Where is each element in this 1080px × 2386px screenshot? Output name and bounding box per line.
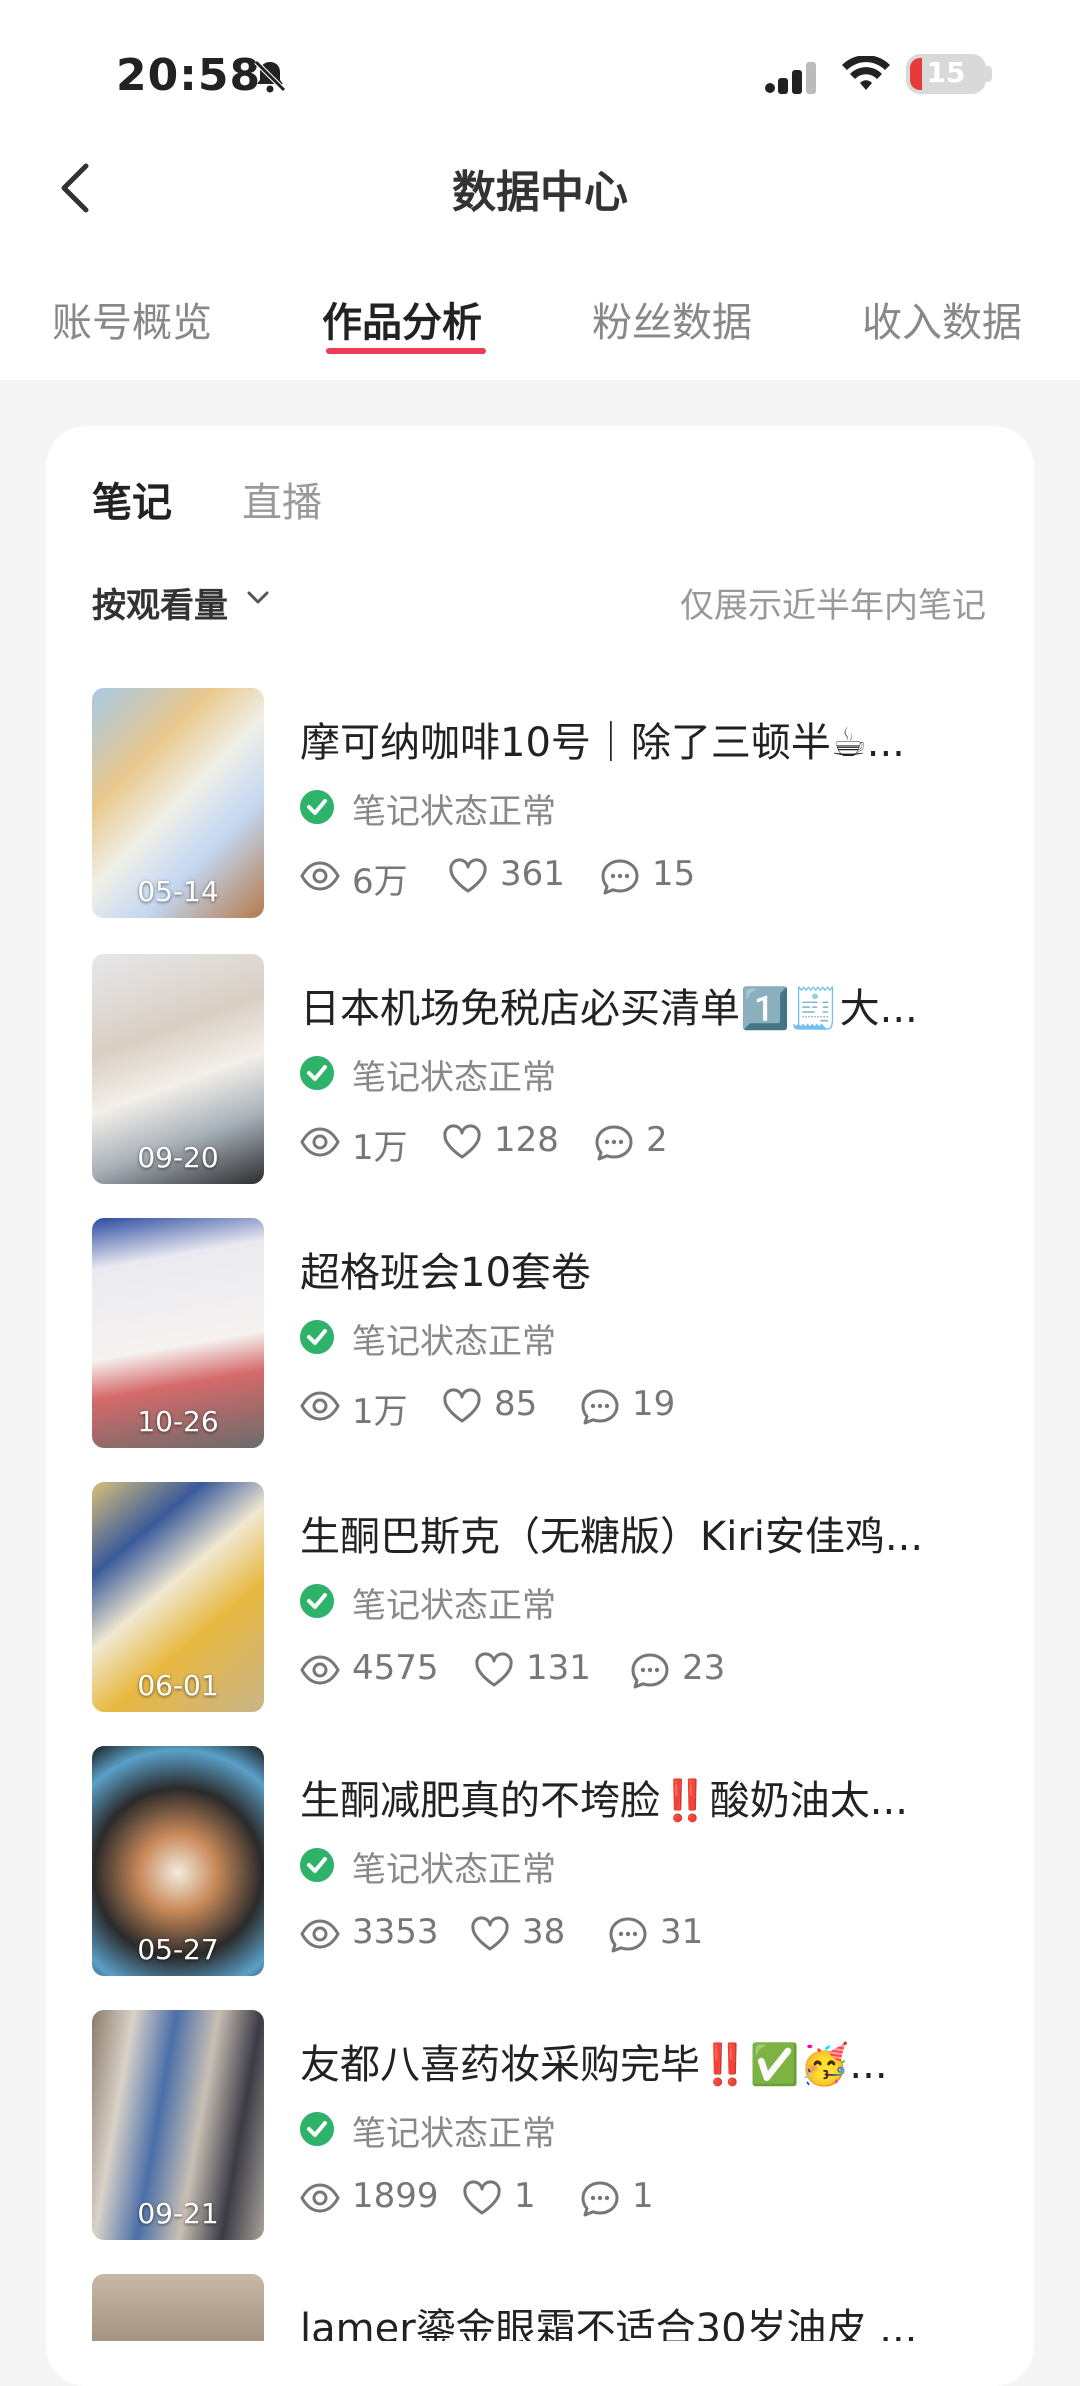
note-item[interactable]: 05-14 摩可纳咖啡10号｜除了三顿半☕... 笔记状态正常 6万 361 1… [92,688,992,918]
battery-indicator: 15 [906,54,986,94]
heart-icon [443,1124,481,1159]
subtab-live[interactable]: 直播 [242,470,322,528]
note-status-text: 笔记状态正常 [352,1058,556,1098]
likes-count: 1 [514,2176,536,2216]
comments-count: 23 [682,1648,726,1688]
note-date: 06-01 [137,1669,219,1702]
note-date: 10-26 [137,1405,219,1438]
likes-count: 38 [522,1912,566,1952]
filter-hint: 仅展示近半年内笔记 [680,586,986,626]
note-status-text: 笔记状态正常 [352,1322,556,1362]
note-thumbnail: 06-01 [92,1482,264,1712]
check-circle-icon [300,790,334,824]
views-count: 1899 [352,2176,439,2216]
comments-count: 1 [632,2176,654,2216]
comments-count: 15 [652,854,696,894]
note-title: 生酮巴斯克（无糖版）Kiri安佳鸡... [300,1514,924,1560]
eye-icon [300,1127,340,1157]
eye-icon [300,861,340,891]
heart-icon [471,1916,509,1951]
cellular-signal-icon [765,62,816,94]
comments-count: 2 [646,1120,668,1160]
note-title: 生酮减肥真的不垮脸‼️酸奶油太... [300,1778,908,1824]
check-circle-icon [300,1584,334,1618]
note-item[interactable]: 10-26 超格班会10套卷 笔记状态正常 1万 85 19 [92,1218,992,1448]
check-circle-icon [300,1056,334,1090]
likes-count: 131 [526,1648,591,1688]
active-tab-indicator [326,348,486,354]
note-item[interactable]: 09-20 日本机场免税店必买清单1️⃣🧾大... 笔记状态正常 1万 128 … [92,954,992,1184]
comments-count: 31 [660,1912,704,1952]
tab-work-analysis[interactable]: 作品分析 [322,290,482,348]
heart-icon [463,2180,501,2215]
note-thumbnail: 09-21 [92,2010,264,2240]
note-thumbnail: 10-26 [92,1218,264,1448]
battery-tip [986,66,992,82]
likes-count: 128 [494,1120,559,1160]
note-item[interactable]: lamer鎏金眼霜不适合30岁油皮 ... [92,2274,992,2341]
likes-count: 85 [494,1384,538,1424]
note-title: 日本机场免税店必买清单1️⃣🧾大... [300,986,918,1032]
note-status-text: 笔记状态正常 [352,792,556,832]
comment-icon [609,1917,647,1953]
views-count: 1万 [352,1392,408,1432]
eye-icon [300,1655,340,1685]
heart-icon [475,1652,513,1687]
heart-icon [443,1388,481,1423]
note-title: lamer鎏金眼霜不适合30岁油皮 ... [300,2306,918,2341]
status-bar: 20:58 15 [0,50,1080,101]
views-count: 1万 [352,1128,408,1168]
comment-icon [631,1653,669,1689]
check-circle-icon [300,1320,334,1354]
check-circle-icon [300,2112,334,2146]
views-count: 3353 [352,1912,439,1952]
note-title: 友都八喜药妆采购完毕‼️✅🥳... [300,2042,888,2088]
heart-icon [449,858,487,893]
views-count: 6万 [352,862,408,902]
sort-dropdown[interactable]: 按观看量 [92,578,228,627]
mute-bell-icon [254,60,286,93]
note-thumbnail [92,2274,264,2341]
note-status-text: 笔记状态正常 [352,1850,556,1890]
comment-icon [601,859,639,895]
eye-icon [300,2183,340,2213]
note-title: 超格班会10套卷 [300,1250,591,1296]
wifi-icon [842,56,890,90]
status-time: 20:58 [116,50,262,101]
comments-count: 19 [632,1384,676,1424]
note-date: 05-27 [137,1933,219,1966]
note-title: 摩可纳咖啡10号｜除了三顿半☕... [300,720,905,766]
note-status-text: 笔记状态正常 [352,1586,556,1626]
note-date: 09-21 [137,2197,219,2230]
chevron-down-icon[interactable] [246,590,270,606]
views-count: 4575 [352,1648,439,1688]
tab-income-data[interactable]: 收入数据 [862,290,1022,348]
note-thumbnail: 05-14 [92,688,264,918]
tab-account-overview[interactable]: 账号概览 [52,290,212,348]
note-date: 09-20 [137,1141,219,1174]
comment-icon [581,1389,619,1425]
tab-fan-data[interactable]: 粉丝数据 [592,290,752,348]
eye-icon [300,1919,340,1949]
note-item[interactable]: 05-27 生酮减肥真的不垮脸‼️酸奶油太... 笔记状态正常 3353 38 … [92,1746,992,1976]
note-thumbnail: 05-27 [92,1746,264,1976]
note-item[interactable]: 06-01 生酮巴斯克（无糖版）Kiri安佳鸡... 笔记状态正常 4575 1… [92,1482,992,1712]
check-circle-icon [300,1848,334,1882]
battery-level-text: 15 [926,56,966,89]
note-item[interactable]: 09-21 友都八喜药妆采购完毕‼️✅🥳... 笔记状态正常 1899 1 1 [92,2010,992,2240]
eye-icon [300,1391,340,1421]
subtab-notes[interactable]: 笔记 [92,470,172,528]
page-title: 数据中心 [452,167,628,218]
note-thumbnail: 09-20 [92,954,264,1184]
note-date: 05-14 [137,875,219,908]
comment-icon [595,1125,633,1161]
likes-count: 361 [500,854,565,894]
note-status-text: 笔记状态正常 [352,2114,556,2154]
top-tabs: 账号概览 作品分析 粉丝数据 收入数据 [0,290,1080,360]
comment-icon [581,2181,619,2217]
